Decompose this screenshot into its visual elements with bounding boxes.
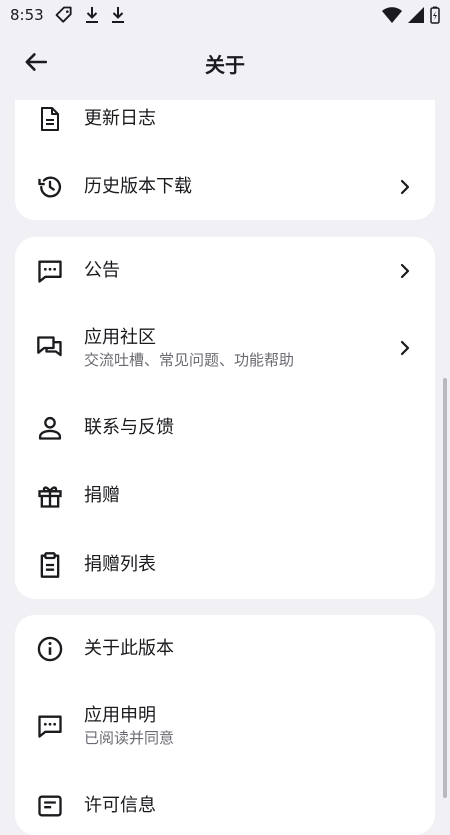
clipboard-icon (35, 550, 65, 580)
chevron-right-icon (395, 338, 415, 358)
item-title: 应用社区 (84, 327, 156, 348)
item-title: 捐赠 (84, 485, 120, 506)
item-title: 联系与反馈 (84, 417, 174, 438)
card-version-info: 关于此版本 应用申明 已阅读并同意 许可信息 (15, 615, 435, 835)
list-item-license[interactable]: 许可信息 (15, 772, 435, 835)
status-bar: 8:53 (0, 0, 450, 30)
list-item-about-version[interactable]: 关于此版本 (15, 615, 435, 683)
card-changelog-history: 更新日志 历史版本下载 (15, 100, 435, 220)
arrow-back-icon (23, 49, 49, 79)
chevron-right-icon (395, 261, 415, 281)
status-right (382, 6, 440, 24)
scrollbar[interactable] (443, 378, 447, 798)
list-item-announcement[interactable]: 公告 (15, 237, 435, 305)
item-title: 应用申明 (84, 705, 156, 726)
download-icon (110, 6, 126, 24)
tag-icon (54, 5, 74, 25)
gift-icon (35, 481, 65, 511)
chat-icon (35, 711, 65, 741)
item-texts: 应用社区 交流吐槽、常见问题、功能帮助 (84, 326, 395, 370)
item-title: 更新日志 (84, 108, 156, 129)
wifi-icon (382, 7, 402, 23)
list-item-history-versions[interactable]: 历史版本下载 (15, 153, 435, 220)
chevron-right-icon (395, 177, 415, 197)
item-title: 捐赠列表 (84, 554, 156, 575)
list-item-changelog[interactable]: 更新日志 (15, 100, 435, 153)
license-icon (35, 791, 65, 821)
item-title: 公告 (84, 260, 120, 281)
app-bar: 关于 (0, 30, 450, 100)
status-time: 8:53 (10, 6, 44, 24)
item-texts: 历史版本下载 (84, 175, 395, 199)
card-community: 公告 应用社区 交流吐槽、常见问题、功能帮助 联系与反馈 捐赠 捐赠列表 (15, 237, 435, 599)
item-subtitle: 交流吐槽、常见问题、功能帮助 (84, 351, 295, 369)
signal-icon (408, 7, 424, 23)
person-icon (35, 413, 65, 443)
chat-icon (35, 256, 65, 286)
document-icon (35, 104, 65, 134)
item-texts: 许可信息 (84, 794, 415, 818)
item-subtitle: 已阅读并同意 (84, 729, 175, 747)
item-texts: 捐赠列表 (84, 553, 415, 577)
item-texts: 更新日志 (84, 107, 415, 131)
item-texts: 公告 (84, 259, 395, 283)
item-texts: 应用申明 已阅读并同意 (84, 704, 415, 748)
info-icon (35, 634, 65, 664)
list-item-contact-feedback[interactable]: 联系与反馈 (15, 394, 435, 462)
item-title: 许可信息 (84, 795, 156, 816)
item-texts: 联系与反馈 (84, 416, 415, 440)
item-texts: 关于此版本 (84, 637, 415, 661)
list-item-donation-list[interactable]: 捐赠列表 (15, 531, 435, 599)
list-item-donate[interactable]: 捐赠 (15, 462, 435, 530)
item-title: 历史版本下载 (84, 176, 192, 197)
battery-icon (430, 6, 440, 24)
history-icon (35, 172, 65, 202)
status-left: 8:53 (10, 5, 126, 25)
forum-icon (35, 333, 65, 363)
page-title: 关于 (205, 53, 245, 77)
list-item-app-community[interactable]: 应用社区 交流吐槽、常见问题、功能帮助 (15, 310, 435, 386)
back-button[interactable] (14, 42, 58, 86)
list-item-app-statement[interactable]: 应用申明 已阅读并同意 (15, 688, 435, 764)
item-title: 关于此版本 (84, 638, 174, 659)
download-icon (84, 6, 100, 24)
item-texts: 捐赠 (84, 484, 415, 508)
